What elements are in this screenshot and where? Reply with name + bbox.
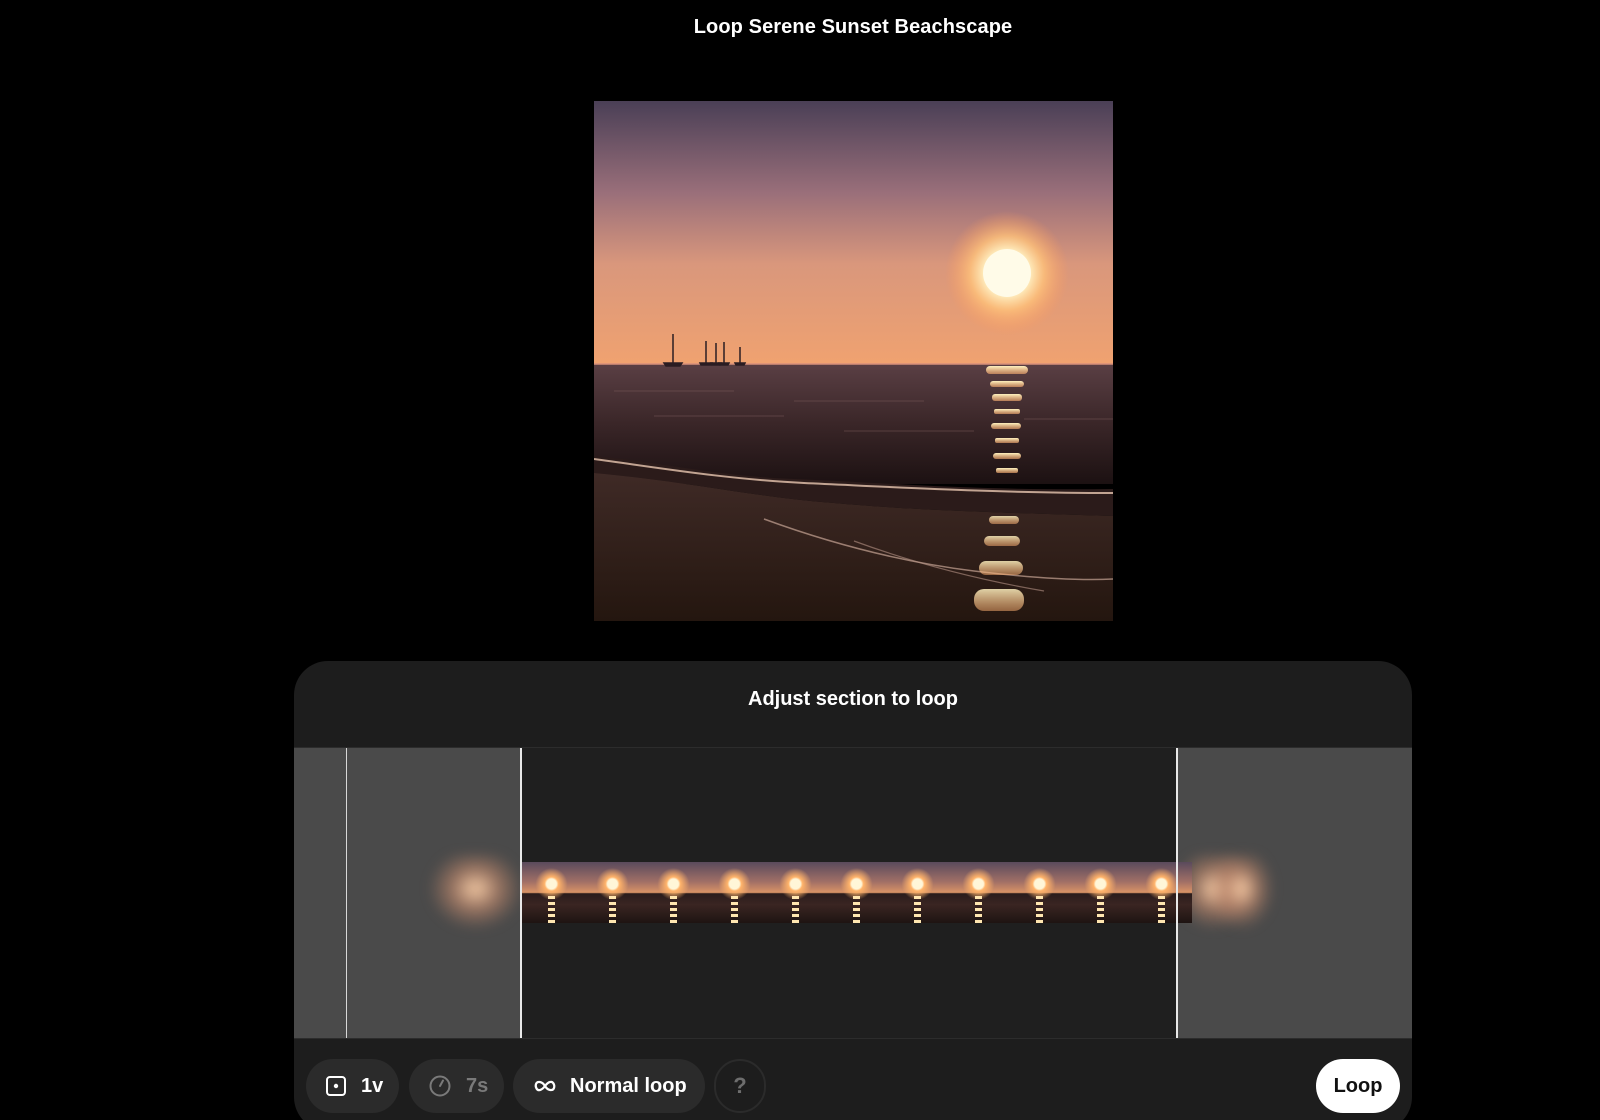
- ghost-frame-right-2: [1209, 855, 1274, 930]
- panel-title: Adjust section to loop: [748, 688, 958, 710]
- loop-editor-page: Loop Serene Sunset Beachscape Adjust sec…: [0, 0, 1600, 1120]
- filmstrip-frame: [1131, 862, 1192, 923]
- sunset-beach-image: [594, 101, 1113, 621]
- loop-end-handle[interactable]: [1176, 748, 1178, 1038]
- loop-mode-label: Normal loop: [570, 1074, 687, 1097]
- filmstrip-frame: [582, 862, 643, 923]
- help-button[interactable]: ?: [714, 1059, 766, 1113]
- filmstrip-frame: [704, 862, 765, 923]
- loop-toolbar: 1v 7s Normal loop ? Loop: [306, 1059, 1400, 1113]
- filmstrip-frame: [521, 862, 582, 923]
- filmstrip-frame: [765, 862, 826, 923]
- page-title: Loop Serene Sunset Beachscape: [693, 16, 1013, 38]
- loop-panel: Adjust section to loop 1v 7s Normal loop…: [294, 661, 1412, 1120]
- filmstrip-frame: [887, 862, 948, 923]
- filmstrip-frame: [826, 862, 887, 923]
- ghost-frame-left: [428, 855, 523, 930]
- loop-mode-button[interactable]: Normal loop: [513, 1059, 705, 1113]
- filmstrip-frame: [643, 862, 704, 923]
- clock-icon: [428, 1074, 452, 1098]
- duration-button[interactable]: 7s: [409, 1059, 504, 1113]
- filmstrip-frame: [1070, 862, 1131, 923]
- filmstrip: [521, 862, 1192, 923]
- variations-label: 1v: [361, 1074, 384, 1097]
- loop-start-handle[interactable]: [520, 748, 522, 1038]
- filmstrip-frame: [1009, 862, 1070, 923]
- infinity-icon: [532, 1078, 558, 1094]
- dice-icon: [325, 1075, 347, 1097]
- playhead[interactable]: [346, 748, 347, 1038]
- filmstrip-frame: [948, 862, 1009, 923]
- video-preview[interactable]: [594, 101, 1113, 621]
- variations-button[interactable]: 1v: [306, 1059, 399, 1113]
- duration-label: 7s: [466, 1074, 489, 1097]
- help-icon: ?: [733, 1073, 747, 1098]
- loop-timeline[interactable]: [294, 747, 1412, 1039]
- loop-button[interactable]: Loop: [1316, 1059, 1400, 1113]
